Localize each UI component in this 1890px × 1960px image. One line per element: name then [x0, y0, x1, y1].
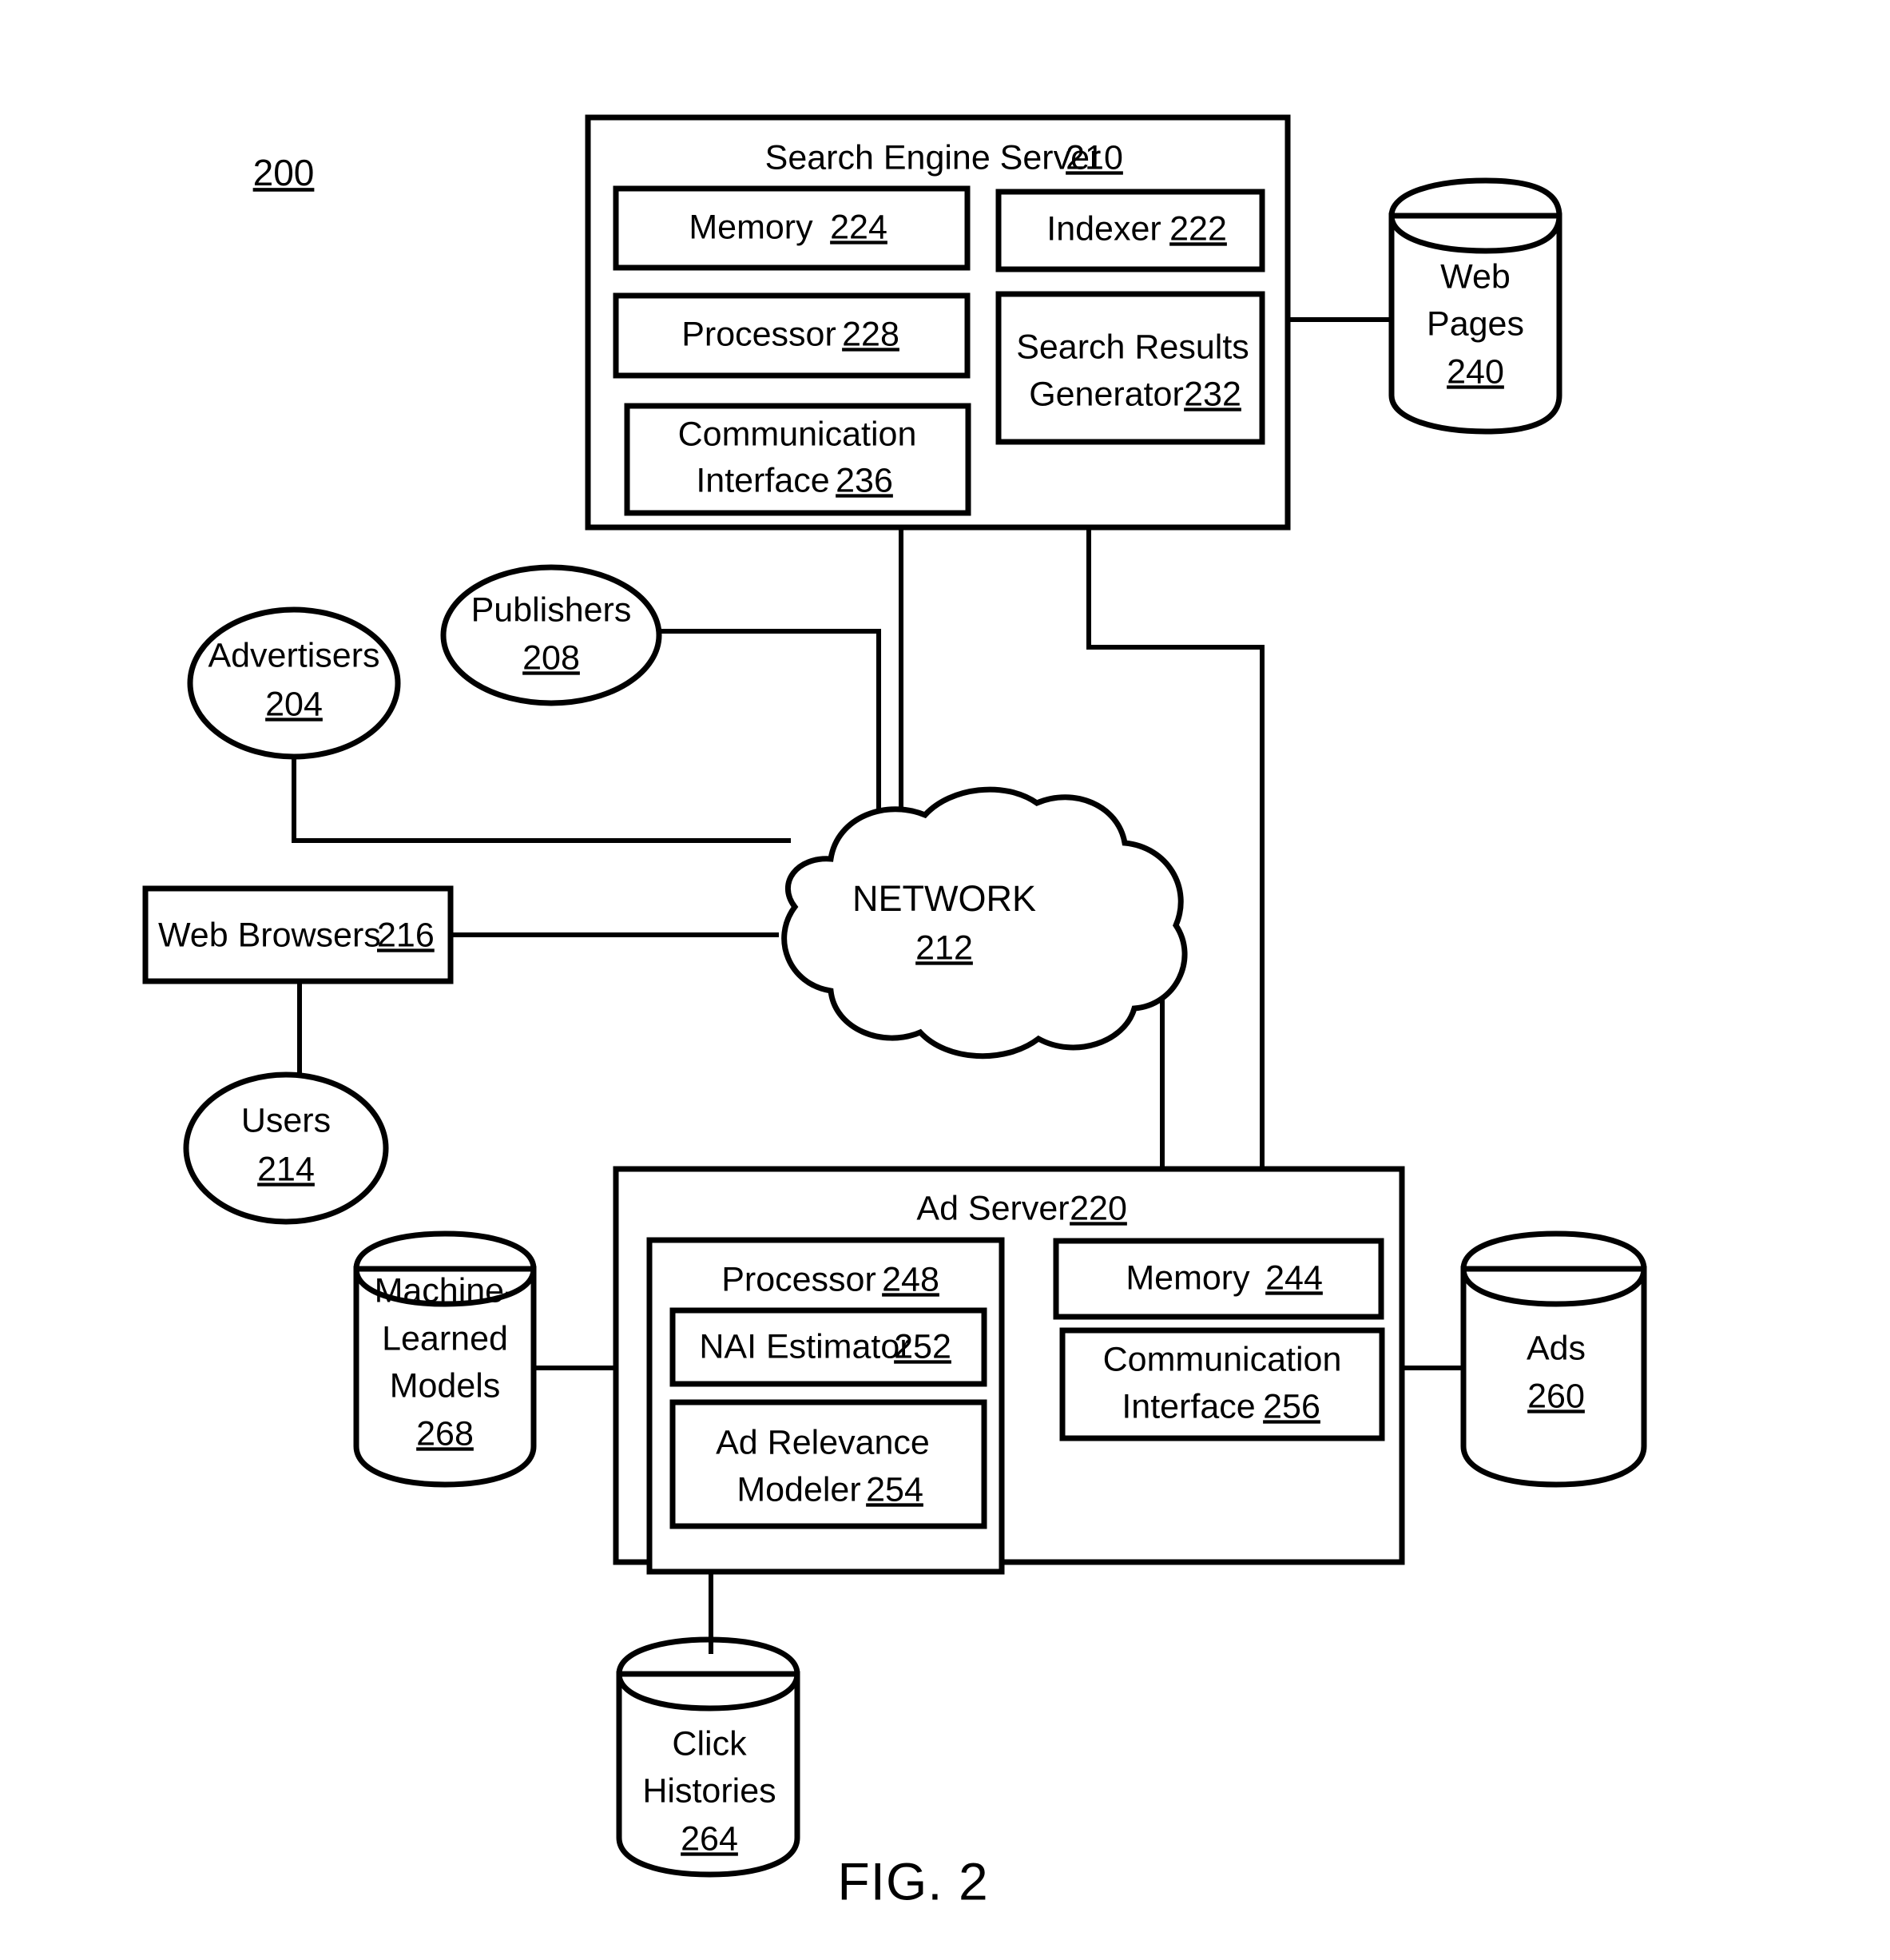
web-browsers-label: Web Browsers	[158, 916, 381, 954]
advertisers-ref: 204	[265, 685, 323, 723]
memory-224-label: Memory	[689, 208, 813, 246]
processor-248-ref: 248	[882, 1260, 939, 1298]
publishers-label: Publishers	[471, 590, 632, 629]
search-results-generator-232-label-line2: Generator	[1029, 375, 1184, 413]
advertisers-label: Advertisers	[208, 636, 379, 674]
click-histories-ref: 264	[681, 1819, 738, 1858]
system-reference-200: 200	[253, 152, 315, 193]
search-results-generator-232-label-line1: Search Results	[1016, 328, 1249, 366]
publishers-ref: 208	[522, 638, 580, 677]
connector-publishers-to-network	[657, 629, 881, 853]
users-ellipse[interactable]	[183, 1071, 389, 1225]
patent-figure-2: Search Engine Server 210 Memory 224 Inde…	[0, 0, 1890, 1960]
machine-learned-models-datastore[interactable]: Machine- Learned Models 268	[353, 1230, 537, 1488]
communication-interface-256-block[interactable]: Communication Interface 256	[1059, 1327, 1385, 1441]
communication-interface-256-ref: 256	[1263, 1387, 1320, 1425]
memory-224-block[interactable]: Memory 224	[613, 185, 971, 271]
memory-244-block[interactable]: Memory 244	[1053, 1238, 1384, 1320]
users-node[interactable]: Users 214	[183, 1071, 389, 1225]
processor-228-block[interactable]: Processor 228	[613, 292, 971, 379]
network-label: NETWORK	[852, 878, 1036, 919]
web-pages-label-line1: Web	[1440, 257, 1511, 296]
ad-relevance-modeler-254-label-line2: Modeler	[737, 1470, 860, 1509]
users-ref: 214	[257, 1150, 315, 1188]
communication-interface-256-label-line2: Interface	[1122, 1387, 1255, 1425]
ad-relevance-modeler-254-label-line1: Ad Relevance	[716, 1423, 930, 1461]
connector-advertisers-to-network	[292, 735, 791, 843]
memory-244-label: Memory	[1126, 1258, 1250, 1297]
ads-label: Ads	[1527, 1329, 1586, 1367]
users-label: Users	[241, 1101, 331, 1139]
system-architecture-diagram: Search Engine Server 210 Memory 224 Inde…	[142, 114, 1647, 1910]
click-histories-label-line2: Histories	[642, 1771, 776, 1810]
figure-caption: FIG. 2	[837, 1851, 988, 1910]
processor-228-label: Processor	[681, 315, 836, 353]
ad-relevance-modeler-254-ref: 254	[866, 1470, 923, 1509]
web-browsers-ref: 216	[377, 916, 435, 954]
processor-228-ref: 228	[842, 315, 899, 353]
communication-interface-236-label-line1: Communication	[678, 415, 917, 453]
network-ref: 212	[915, 928, 973, 967]
machine-learned-models-label-line3: Models	[390, 1366, 501, 1405]
network-cloud-node[interactable]: NETWORK 212	[781, 786, 1188, 1060]
click-histories-datastore[interactable]: Click Histories 264	[616, 1636, 800, 1878]
machine-learned-models-label-line1: Machine-	[375, 1271, 516, 1310]
processor-248-block[interactable]: Processor 248 NAI Estimator 252 Ad Relev…	[646, 1237, 1005, 1575]
indexer-222-ref: 222	[1169, 209, 1227, 248]
machine-learned-models-ref: 268	[416, 1414, 474, 1453]
search-engine-server[interactable]: Search Engine Server 210 Memory 224 Inde…	[585, 114, 1291, 531]
communication-interface-256-label-line1: Communication	[1103, 1340, 1342, 1378]
ads-datastore[interactable]: Ads 260	[1460, 1230, 1647, 1488]
communication-interface-236-label-line2: Interface	[696, 461, 829, 499]
communication-interface-236-ref: 236	[836, 461, 893, 499]
click-histories-label-line1: Click	[672, 1724, 747, 1763]
memory-224-ref: 224	[830, 208, 887, 246]
web-pages-label-line2: Pages	[1427, 304, 1524, 343]
ad-server-ref: 220	[1070, 1189, 1127, 1227]
nai-estimator-252-block[interactable]: NAI Estimator 252	[669, 1307, 987, 1387]
network-cloud-shape[interactable]	[781, 786, 1188, 1060]
search-results-generator-232-ref: 232	[1184, 375, 1241, 413]
memory-244-ref: 244	[1265, 1258, 1323, 1297]
web-pages-ref: 240	[1447, 352, 1504, 391]
machine-learned-models-label-line2: Learned	[382, 1319, 508, 1358]
processor-248-label: Processor	[721, 1260, 876, 1298]
ad-server-title: Ad Server	[916, 1189, 1069, 1227]
nai-estimator-252-label: NAI Estimator	[699, 1327, 911, 1366]
web-browsers-node[interactable]: Web Browsers 216	[142, 885, 454, 984]
publishers-node[interactable]: Publishers 208	[440, 564, 662, 706]
search-engine-server-title: Search Engine Server	[765, 138, 1102, 177]
ad-server[interactable]: Ad Server 220 Processor 248 NAI Estimato…	[613, 1166, 1405, 1575]
advertisers-ellipse[interactable]	[187, 606, 401, 760]
communication-interface-236-block[interactable]: Communication Interface 236	[624, 403, 971, 516]
indexer-222-block[interactable]: Indexer 222	[995, 189, 1265, 272]
advertisers-node[interactable]: Advertisers 204	[187, 606, 401, 760]
nai-estimator-252-ref: 252	[894, 1327, 951, 1366]
search-engine-server-ref: 210	[1066, 138, 1123, 177]
ad-relevance-modeler-254-block[interactable]: Ad Relevance Modeler 254	[669, 1399, 987, 1529]
search-results-generator-232-box[interactable]	[995, 291, 1265, 445]
search-results-generator-232-block[interactable]: Search Results Generator 232	[995, 291, 1265, 445]
publishers-ellipse[interactable]	[440, 564, 662, 706]
indexer-222-label: Indexer	[1046, 209, 1161, 248]
web-pages-datastore[interactable]: Web Pages 240	[1388, 177, 1562, 435]
ads-ref: 260	[1527, 1377, 1585, 1415]
